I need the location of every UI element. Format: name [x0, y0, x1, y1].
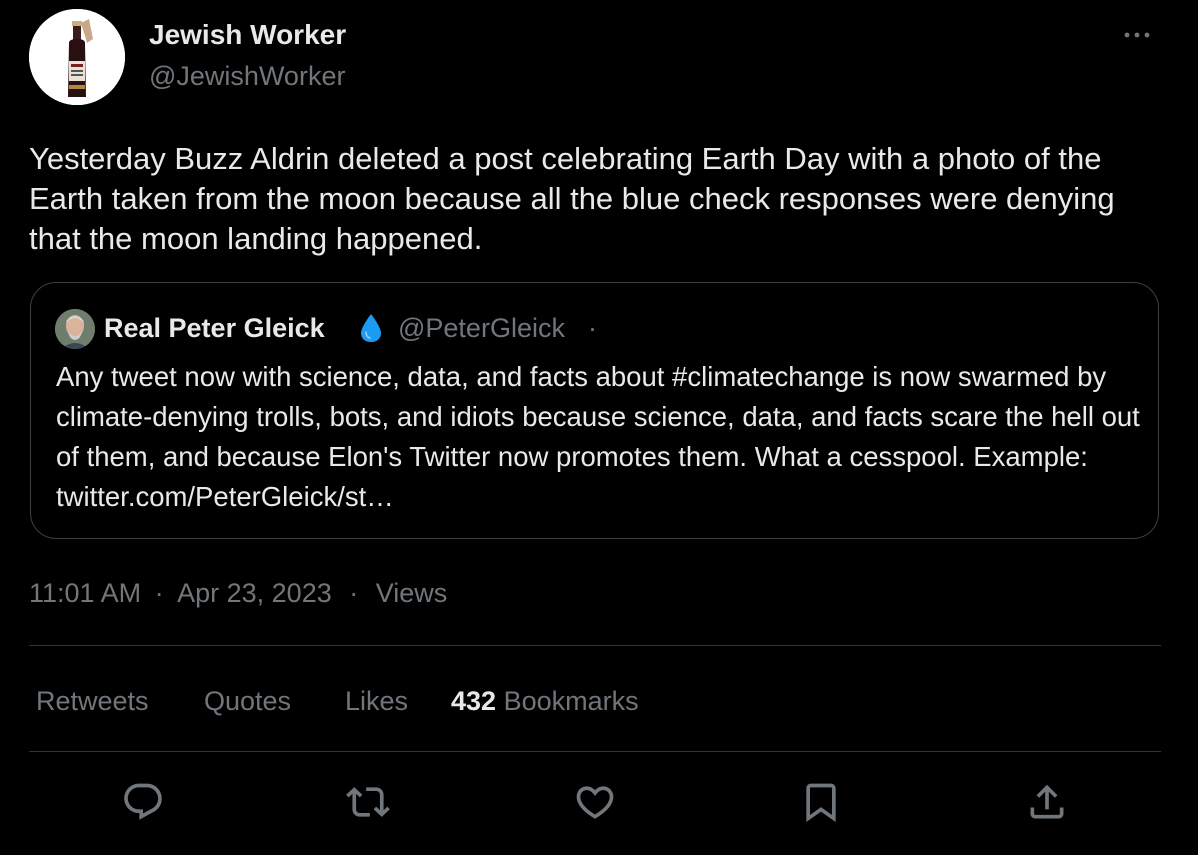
- meta-separator: ·: [349, 578, 359, 608]
- author-name[interactable]: Jewish Worker: [149, 18, 346, 52]
- tweet-detail: Jewish Worker @JewishWorker Yesterday Bu…: [0, 0, 1198, 855]
- divider: [29, 751, 1161, 752]
- retweet-icon: [346, 787, 390, 817]
- quoted-tweet[interactable]: Real Peter Gleick @PeterGleick · Any twe…: [30, 282, 1159, 539]
- retweets-stat[interactable]: Retweets: [36, 683, 149, 719]
- bookmarks-count: 432: [451, 686, 497, 716]
- share-icon: [1030, 784, 1064, 819]
- bookmarks-label: Bookmarks: [503, 686, 639, 716]
- tweet-meta: 11:01 AM · Apr 23, 2023 · Views: [29, 575, 447, 611]
- views-label: Views: [375, 578, 448, 608]
- likes-stat[interactable]: Likes: [345, 683, 408, 719]
- divider: [29, 645, 1161, 646]
- quoted-author-avatar[interactable]: [55, 309, 95, 349]
- reply-button[interactable]: [121, 780, 165, 824]
- share-button[interactable]: [1025, 780, 1069, 824]
- like-button[interactable]: [573, 780, 617, 824]
- quotes-stat[interactable]: Quotes: [204, 683, 291, 719]
- tweet-text: Yesterday Buzz Aldrin deleted a post cel…: [29, 141, 1115, 256]
- more-icon: [1124, 32, 1150, 38]
- more-options-button[interactable]: [1120, 22, 1156, 48]
- author-avatar[interactable]: [29, 9, 125, 105]
- meta-separator: ·: [154, 578, 164, 608]
- quoted-tweet-text: Any tweet now with science, data, and fa…: [56, 361, 1140, 512]
- tweet-date[interactable]: Apr 23, 2023: [177, 575, 332, 611]
- portrait-image: [55, 309, 95, 349]
- like-icon: [576, 786, 614, 819]
- retweet-button[interactable]: [346, 780, 390, 824]
- bookmarks-stat[interactable]: 432 Bookmarks: [451, 683, 639, 719]
- quoted-author-handle[interactable]: @PeterGleick: [398, 310, 565, 346]
- bookmark-icon: [806, 783, 836, 823]
- water-drop-icon: [357, 312, 385, 344]
- author-handle[interactable]: @JewishWorker: [149, 59, 345, 93]
- reply-icon: [124, 783, 162, 820]
- quoted-separator: ·: [588, 313, 597, 343]
- quoted-author-name[interactable]: Real Peter Gleick: [104, 310, 325, 346]
- bookmark-button[interactable]: [799, 780, 843, 824]
- tweet-time[interactable]: 11:01 AM: [29, 575, 141, 611]
- wine-bottle-image: [29, 9, 125, 105]
